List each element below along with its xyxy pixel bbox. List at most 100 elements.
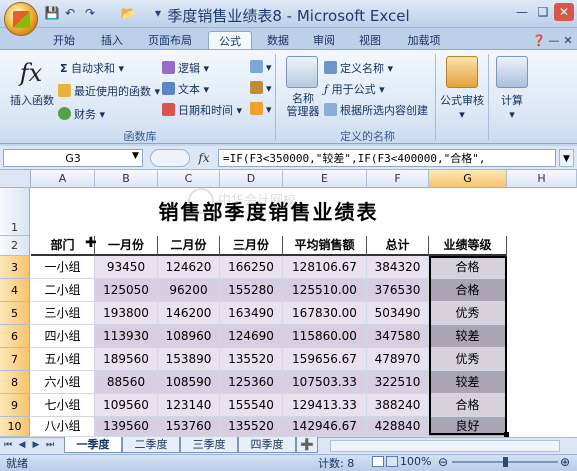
column-header[interactable]: C bbox=[158, 170, 220, 188]
table-cell[interactable]: 166250 bbox=[220, 256, 283, 279]
table-cell[interactable]: 146200 bbox=[158, 302, 220, 325]
use-in-formula-button[interactable]: ƒ 用于公式 ▾ bbox=[324, 81, 385, 97]
table-cell[interactable]: 113930 bbox=[95, 325, 158, 348]
sheet-tab-q4[interactable]: 四季度 bbox=[238, 437, 296, 453]
row-header[interactable]: 10 bbox=[0, 417, 30, 437]
name-box-dropdown-icon[interactable]: ▼ bbox=[132, 151, 142, 161]
grade-cell[interactable]: 优秀 bbox=[429, 348, 507, 371]
table-header-cell[interactable]: 平均销售额 bbox=[283, 236, 367, 256]
formula-auditing-button[interactable]: 公式审核 ▾ bbox=[438, 92, 486, 121]
table-cell[interactable]: 142946.67 bbox=[283, 417, 367, 437]
table-cell[interactable]: 125510.00 bbox=[283, 279, 367, 302]
minimize-button[interactable]: — bbox=[512, 3, 532, 21]
tab-insert[interactable]: 插入 bbox=[92, 31, 132, 50]
table-cell[interactable]: 124690 bbox=[220, 325, 283, 348]
calculation-button[interactable]: 计算 ▾ bbox=[490, 92, 534, 121]
name-manager-icon[interactable] bbox=[286, 56, 318, 88]
grade-cell[interactable]: 优秀 bbox=[429, 302, 507, 325]
table-cell[interactable]: 129413.33 bbox=[283, 394, 367, 417]
table-cell[interactable]: 189560 bbox=[95, 348, 158, 371]
table-cell[interactable]: 155540 bbox=[220, 394, 283, 417]
row-header[interactable]: 3 bbox=[0, 256, 30, 279]
grade-cell[interactable]: 合格 bbox=[429, 394, 507, 417]
zoom-out-icon[interactable]: ⊖ bbox=[438, 455, 448, 469]
zoom-level[interactable]: 100% bbox=[400, 455, 431, 468]
datetime-button[interactable]: 日期和时间 ▾ bbox=[162, 102, 242, 118]
ribbon-close-icon[interactable]: ✕ bbox=[562, 31, 574, 50]
table-cell[interactable]: 125360 bbox=[220, 371, 283, 394]
tab-view[interactable]: 视图 bbox=[350, 31, 390, 50]
table-cell[interactable]: 108960 bbox=[158, 325, 220, 348]
prev-sheet-icon[interactable]: ◀ bbox=[16, 439, 28, 452]
grade-cell[interactable]: 较差 bbox=[429, 325, 507, 348]
column-header[interactable]: A bbox=[31, 170, 95, 188]
row-header[interactable]: 2 bbox=[0, 236, 30, 256]
table-cell[interactable]: 155280 bbox=[220, 279, 283, 302]
column-header[interactable]: F bbox=[367, 170, 429, 188]
tab-formulas[interactable]: 公式 bbox=[208, 31, 252, 50]
department-cell[interactable]: 三小组 bbox=[31, 302, 95, 325]
recent-functions-button[interactable]: 最近使用的函数 ▾ bbox=[58, 83, 160, 99]
formula-expand-icon[interactable]: ▼ bbox=[559, 149, 574, 167]
table-cell[interactable]: 124620 bbox=[158, 256, 220, 279]
table-cell[interactable]: 153760 bbox=[158, 417, 220, 437]
autosum-button[interactable]: Σ 自动求和 ▾ bbox=[60, 60, 124, 76]
department-cell[interactable]: 七小组 bbox=[31, 394, 95, 417]
row-header[interactable]: 9 bbox=[0, 394, 30, 417]
table-cell[interactable]: 388240 bbox=[367, 394, 429, 417]
table-cell[interactable]: 376530 bbox=[367, 279, 429, 302]
first-sheet-icon[interactable]: ⏮ bbox=[2, 439, 14, 452]
table-cell[interactable]: 159656.67 bbox=[283, 348, 367, 371]
department-cell[interactable]: 五小组 bbox=[31, 348, 95, 371]
table-cell[interactable]: 503490 bbox=[367, 302, 429, 325]
name-manager-button[interactable]: 名称 管理器 bbox=[280, 92, 326, 118]
table-cell[interactable]: 108590 bbox=[158, 371, 220, 394]
table-cell[interactable]: 163490 bbox=[220, 302, 283, 325]
last-sheet-icon[interactable]: ⏭ bbox=[44, 439, 56, 452]
tab-data[interactable]: 数据 bbox=[258, 31, 298, 50]
next-sheet-icon[interactable]: ▶ bbox=[30, 439, 42, 452]
tab-review[interactable]: 审阅 bbox=[304, 31, 344, 50]
formula-auditing-icon[interactable] bbox=[446, 56, 478, 88]
financial-button[interactable]: 财务 ▾ bbox=[58, 106, 105, 122]
horizontal-scrollbar[interactable] bbox=[330, 440, 560, 452]
table-cell[interactable]: 123140 bbox=[158, 394, 220, 417]
zoom-in-icon[interactable]: ⊕ bbox=[560, 455, 570, 469]
ribbon-minimize-icon[interactable]: — bbox=[548, 31, 560, 50]
table-header-cell[interactable]: 业绩等级 bbox=[429, 236, 507, 256]
table-cell[interactable]: 139560 bbox=[95, 417, 158, 437]
row-header[interactable]: 8 bbox=[0, 371, 30, 394]
column-header[interactable]: G bbox=[429, 170, 507, 188]
table-header-cell[interactable]: 一月份 bbox=[95, 236, 158, 256]
sheet-tab-q2[interactable]: 二季度 bbox=[122, 437, 180, 453]
define-name-button[interactable]: 定义名称 ▾ bbox=[324, 60, 393, 76]
normal-view-icon[interactable] bbox=[372, 456, 384, 467]
text-button[interactable]: 文本 ▾ bbox=[162, 81, 209, 97]
sheet-tab-q3[interactable]: 三季度 bbox=[180, 437, 238, 453]
table-cell[interactable]: 322510 bbox=[367, 371, 429, 394]
insert-sheet-icon[interactable]: ➕ bbox=[296, 437, 318, 453]
column-header[interactable]: D bbox=[220, 170, 283, 188]
logical-button[interactable]: 逻辑 ▾ bbox=[162, 60, 209, 76]
insert-function-icon[interactable]: fx bbox=[14, 56, 48, 90]
grade-cell[interactable]: 良好 bbox=[429, 417, 507, 437]
insert-function-fx-button[interactable]: fx bbox=[195, 149, 213, 167]
select-all-corner[interactable] bbox=[0, 170, 31, 188]
page-layout-view-icon[interactable] bbox=[386, 456, 398, 467]
row-header[interactable]: 1 bbox=[0, 188, 30, 236]
calculator-icon[interactable] bbox=[496, 56, 528, 88]
row-header[interactable]: 7 bbox=[0, 348, 30, 371]
grade-cell[interactable]: 合格 bbox=[429, 256, 507, 279]
table-cell[interactable]: 109560 bbox=[95, 394, 158, 417]
table-cell[interactable]: 96200 bbox=[158, 279, 220, 302]
table-cell[interactable]: 153890 bbox=[158, 348, 220, 371]
tab-addins[interactable]: 加载项 bbox=[398, 31, 450, 50]
table-cell[interactable]: 115860.00 bbox=[283, 325, 367, 348]
tab-page-layout[interactable]: 页面布局 bbox=[138, 31, 202, 50]
close-button[interactable]: ✕ bbox=[554, 3, 574, 21]
row-header[interactable]: 5 bbox=[0, 302, 30, 325]
table-cell[interactable]: 128106.67 bbox=[283, 256, 367, 279]
table-cell[interactable]: 93450 bbox=[95, 256, 158, 279]
restore-button[interactable]: ❑ bbox=[533, 3, 553, 21]
table-cell[interactable]: 428840 bbox=[367, 417, 429, 437]
